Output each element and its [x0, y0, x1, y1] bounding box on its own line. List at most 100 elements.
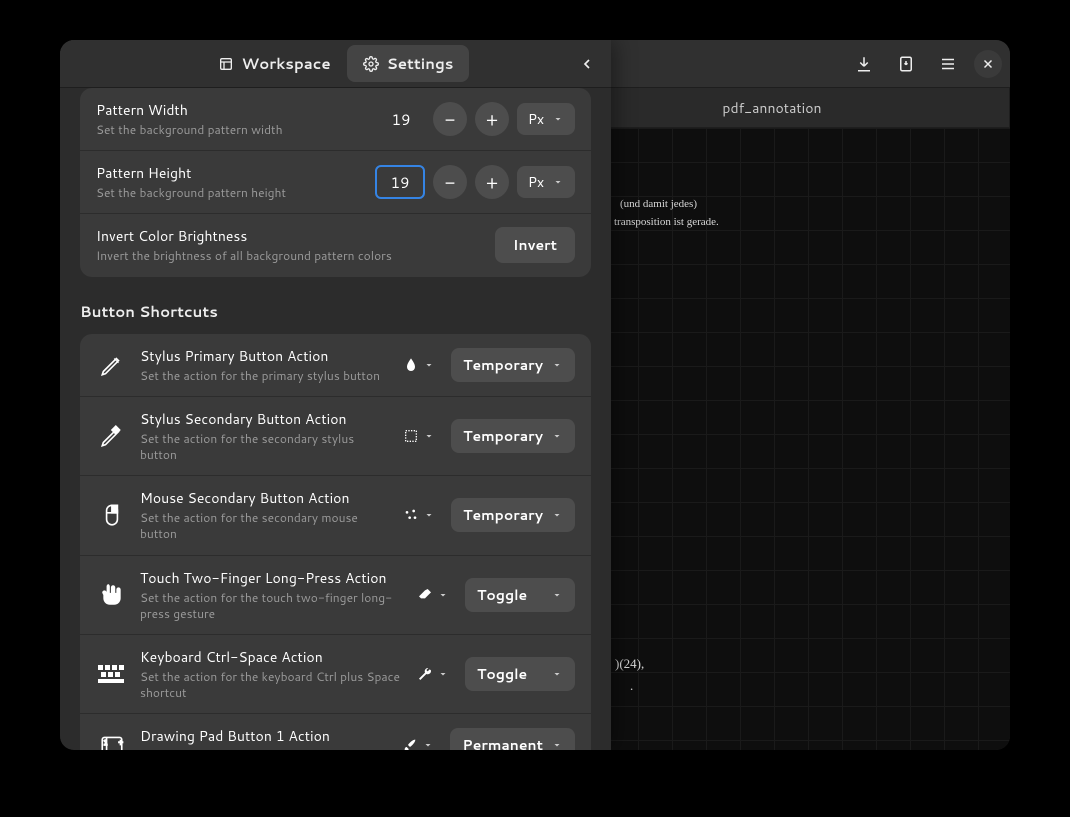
row-title: Pattern Height: [96, 163, 363, 183]
row-subtitle: Set the background pattern width: [96, 122, 365, 138]
pattern-width-input[interactable]: [377, 103, 425, 135]
chevron-down-icon: [551, 509, 563, 521]
chevron-down-icon: [551, 430, 563, 442]
row-subtitle: Invert the brightness of all background …: [96, 248, 483, 264]
handwriting: (und damit jedes): [620, 198, 697, 210]
invert-button[interactable]: Invert: [495, 227, 575, 263]
decrement-button[interactable]: −: [433, 165, 467, 199]
mode-label: Toggle: [477, 585, 527, 605]
mode-select[interactable]: Temporary: [451, 498, 575, 532]
collapse-panel-button[interactable]: [571, 48, 603, 80]
mode-label: Temporary: [463, 426, 543, 446]
chevron-down-icon: [437, 589, 449, 601]
chevron-down-icon: [551, 359, 563, 371]
mode-select[interactable]: Temporary: [451, 348, 575, 382]
svg-text:1: 1: [103, 739, 107, 748]
handwriting: .: [630, 678, 633, 694]
drop-icon: [403, 357, 419, 373]
unit-select[interactable]: Px: [517, 166, 575, 198]
unit-label: Px: [528, 172, 544, 192]
mode-select[interactable]: Permanent: [450, 728, 575, 750]
handwriting: )(24),: [615, 656, 644, 672]
mode-label: Toggle: [477, 664, 527, 684]
increment-button[interactable]: +: [475, 165, 509, 199]
mode-label: Temporary: [463, 505, 543, 525]
chevron-down-icon: [423, 509, 435, 521]
invert-color-row: Invert Color Brightness Invert the brigh…: [80, 214, 591, 276]
row-title: Keyboard Ctrl-Space Action: [140, 647, 401, 667]
tab-label: Workspace: [242, 53, 331, 74]
select-icon: [403, 428, 419, 444]
panel-body[interactable]: Pattern Width Set the background pattern…: [60, 88, 611, 750]
tab-workspace[interactable]: Workspace: [202, 45, 347, 82]
row-subtitle: Set the action for the touch two-finger …: [140, 590, 401, 622]
chevron-down-icon: [422, 739, 434, 750]
mode-select[interactable]: Toggle: [465, 657, 575, 691]
chevron-down-icon: [552, 113, 564, 125]
tool-action-select[interactable]: [399, 353, 439, 377]
chevron-left-icon: [579, 56, 595, 72]
row-title: Stylus Primary Button Action: [140, 346, 387, 366]
chevron-down-icon: [551, 589, 563, 601]
stylus-icon: [96, 352, 128, 378]
row-subtitle: Set the action for the primary stylus bu…: [140, 368, 387, 384]
row-title: Drawing Pad Button 1 Action: [140, 726, 386, 746]
shortcut-row: 1+ Drawing Pad Button 1 Action Set the a…: [80, 714, 591, 750]
row-subtitle: Set the action for the secondary stylus …: [140, 431, 387, 463]
shortcut-row: Stylus Secondary Button Action Set the a…: [80, 397, 591, 476]
tab-label: Settings: [387, 53, 454, 74]
mode-label: Temporary: [463, 355, 543, 375]
pattern-group: Pattern Width Set the background pattern…: [80, 88, 591, 277]
chevron-down-icon: [551, 668, 563, 680]
mode-select[interactable]: Temporary: [451, 419, 575, 453]
mode-label: Permanent: [462, 735, 543, 750]
row-subtitle: Set the background pattern height: [96, 185, 363, 201]
shortcuts-group: Stylus Primary Button Action Set the act…: [80, 334, 591, 750]
wrench-icon: [417, 666, 433, 682]
menu-icon[interactable]: [932, 48, 964, 80]
decrement-button[interactable]: −: [433, 102, 467, 136]
tool-action-select[interactable]: [398, 733, 438, 750]
close-icon[interactable]: [974, 50, 1002, 78]
keyboard-icon: [96, 665, 128, 683]
pattern-height-row: Pattern Height Set the background patter…: [80, 151, 591, 214]
tool-action-select[interactable]: [413, 583, 453, 607]
increment-button[interactable]: +: [475, 102, 509, 136]
tool-action-select[interactable]: [399, 424, 439, 448]
svg-text:+: +: [119, 739, 124, 748]
pad-icon: 1+: [96, 732, 128, 750]
row-title: Touch Two-Finger Long-Press Action: [140, 568, 401, 588]
pattern-height-input[interactable]: [375, 165, 425, 199]
eraser-icon: [417, 587, 433, 603]
shortcut-row: Keyboard Ctrl-Space Action Set the actio…: [80, 635, 591, 714]
chevron-down-icon: [423, 430, 435, 442]
touch-icon: [96, 582, 128, 608]
tool-action-select[interactable]: [399, 503, 439, 527]
section-title: Button Shortcuts: [80, 301, 591, 322]
row-title: Pattern Width: [96, 100, 365, 120]
mouse-icon: [96, 502, 128, 528]
row-title: Stylus Secondary Button Action: [140, 409, 387, 429]
tab-settings[interactable]: Settings: [347, 45, 470, 82]
unit-select[interactable]: Px: [517, 103, 575, 135]
pattern-width-row: Pattern Width Set the background pattern…: [80, 88, 591, 151]
shortcut-row: Mouse Secondary Button Action Set the ac…: [80, 476, 591, 555]
workspace-icon: [218, 56, 234, 72]
row-subtitle: Set the action for the secondary mouse b…: [140, 510, 387, 542]
mode-select[interactable]: Toggle: [465, 578, 575, 612]
gear-icon: [363, 56, 379, 72]
settings-panel: Workspace Settings Pattern Width Set the…: [60, 40, 611, 750]
tool-action-select[interactable]: [413, 662, 453, 686]
shortcut-row: Stylus Primary Button Action Set the act…: [80, 334, 591, 397]
main-window: eenshots-pages ecture_note_2 pdf_annotat…: [60, 40, 1010, 750]
panel-header: Workspace Settings: [60, 40, 611, 88]
download-icon[interactable]: [848, 48, 880, 80]
row-title: Mouse Secondary Button Action: [140, 488, 387, 508]
page-icon[interactable]: [890, 48, 922, 80]
chevron-down-icon: [552, 176, 564, 188]
chevron-down-icon: [551, 739, 563, 750]
tab-label: pdf_annotation: [722, 98, 821, 118]
chevron-down-icon: [423, 359, 435, 371]
stylus2-icon: [96, 423, 128, 449]
chevron-down-icon: [437, 668, 449, 680]
